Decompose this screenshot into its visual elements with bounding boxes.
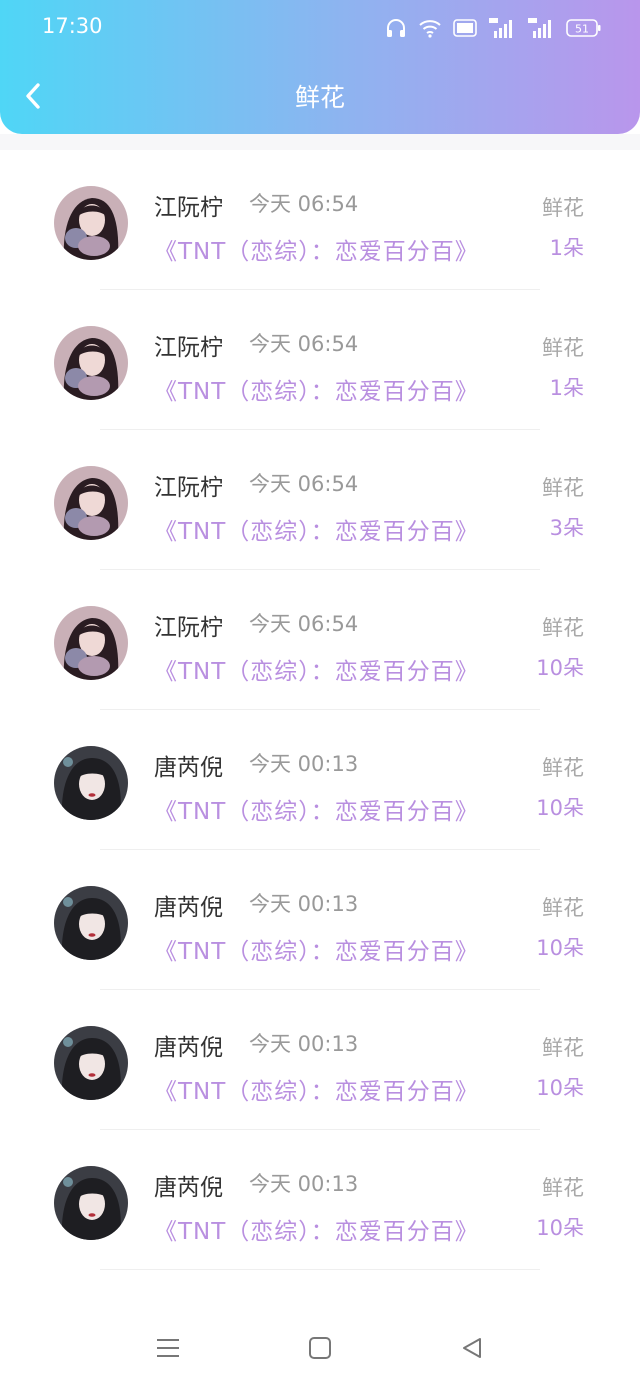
sender-name: 唐芮倪: [154, 895, 223, 921]
home-icon: [309, 1337, 331, 1359]
avatar-image: [54, 326, 128, 400]
battery-level: 51: [575, 23, 589, 36]
sent-time: 今天 00:13: [249, 1032, 359, 1056]
home-button[interactable]: [300, 1330, 340, 1366]
sent-time: 今天 06:54: [249, 192, 359, 216]
avatar-image: [54, 466, 128, 540]
back-triangle-icon: [463, 1338, 481, 1358]
avatar[interactable]: [54, 1026, 128, 1100]
sent-time: 今天 00:13: [249, 892, 359, 916]
sent-time: 今天 06:54: [249, 332, 359, 356]
header-bar: 17:30 51 鲜花: [0, 0, 640, 134]
sender-name: 江阮柠: [154, 475, 223, 501]
avatar[interactable]: [54, 606, 128, 680]
list-item[interactable]: 江阮柠 今天 06:54 《TNT（恋综）：恋爱百分百》 鲜花 3朵: [0, 430, 640, 570]
gift-type: 鲜花: [542, 196, 584, 220]
sender-name: 江阮柠: [154, 615, 223, 641]
work-title: 《TNT（恋综）：恋爱百分百》: [154, 939, 479, 965]
gift-type: 鲜花: [542, 616, 584, 640]
gift-type: 鲜花: [542, 476, 584, 500]
menu-button[interactable]: [148, 1330, 188, 1366]
sender-name: 唐芮倪: [154, 1175, 223, 1201]
gift-count: 1朵: [549, 236, 584, 260]
divider: [100, 1269, 540, 1270]
status-bar: 17:30 51: [0, 0, 640, 56]
sender-name: 唐芮倪: [154, 1035, 223, 1061]
gift-count: 10朵: [536, 936, 584, 960]
sender-name: 江阮柠: [154, 335, 223, 361]
list-item[interactable]: 唐芮倪 今天 00:13 《TNT（恋综）：恋爱百分百》 鲜花 10朵: [0, 850, 640, 990]
work-title: 《TNT（恋综）：恋爱百分百》: [154, 379, 479, 405]
header-spacer: [0, 134, 640, 150]
nav-back-button[interactable]: [452, 1330, 492, 1366]
gift-type: 鲜花: [542, 896, 584, 920]
gift-type: 鲜花: [542, 336, 584, 360]
sent-time: 今天 00:13: [249, 1172, 359, 1196]
hd-icon: [453, 19, 477, 37]
gift-count: 1朵: [549, 376, 584, 400]
gift-count: 10朵: [536, 656, 584, 680]
signal-4g-icon: [489, 18, 512, 38]
list-item[interactable]: 江阮柠 今天 06:54 《TNT（恋综）：恋爱百分百》 鲜花 10朵: [0, 570, 640, 710]
system-nav-bar: [0, 1308, 640, 1387]
avatar-image: [54, 606, 128, 680]
gift-count: 10朵: [536, 1216, 584, 1240]
work-title: 《TNT（恋综）：恋爱百分百》: [154, 659, 479, 685]
page-title: 鲜花: [294, 83, 345, 112]
signal-4g-icon-2: [528, 18, 551, 38]
gift-count: 10朵: [536, 1076, 584, 1100]
avatar-image: [54, 186, 128, 260]
gift-type: 鲜花: [542, 1176, 584, 1200]
list-item[interactable]: 江阮柠 今天 06:54 《TNT（恋综）：恋爱百分百》 鲜花 1朵: [0, 290, 640, 430]
sender-name: 江阮柠: [154, 195, 223, 221]
list-item[interactable]: 江阮柠 今天 06:54 《TNT（恋综）：恋爱百分百》 鲜花 1朵: [0, 150, 640, 290]
sender-name: 唐芮倪: [154, 755, 223, 781]
work-title: 《TNT（恋综）：恋爱百分百》: [154, 519, 479, 545]
status-time: 17:30: [42, 14, 103, 38]
gift-count: 3朵: [549, 516, 584, 540]
avatar[interactable]: [54, 466, 128, 540]
sent-time: 今天 00:13: [249, 752, 359, 776]
gift-type: 鲜花: [542, 1036, 584, 1060]
gift-type: 鲜花: [542, 756, 584, 780]
avatar[interactable]: [54, 746, 128, 820]
work-title: 《TNT（恋综）：恋爱百分百》: [154, 1079, 479, 1105]
gift-count: 10朵: [536, 796, 584, 820]
work-title: 《TNT（恋综）：恋爱百分百》: [154, 1219, 479, 1245]
headphones-icon: [387, 19, 405, 37]
work-title: 《TNT（恋综）：恋爱百分百》: [154, 239, 479, 265]
avatar-image: [54, 1166, 128, 1240]
battery-icon: 51: [566, 19, 601, 37]
avatar-image: [54, 1026, 128, 1100]
avatar[interactable]: [54, 886, 128, 960]
list-item[interactable]: 唐芮倪 今天 00:13 《TNT（恋综）：恋爱百分百》 鲜花 10朵: [0, 710, 640, 850]
wifi-icon: [419, 20, 441, 38]
sent-time: 今天 06:54: [249, 472, 359, 496]
avatar-image: [54, 746, 128, 820]
sent-time: 今天 06:54: [249, 612, 359, 636]
avatar[interactable]: [54, 1166, 128, 1240]
avatar[interactable]: [54, 186, 128, 260]
gift-record-list[interactable]: 江阮柠 今天 06:54 《TNT（恋综）：恋爱百分百》 鲜花 1朵 江阮柠 今…: [0, 150, 640, 1308]
status-icons: 51: [385, 14, 602, 42]
list-item[interactable]: 唐芮倪 今天 00:13 《TNT（恋综）：恋爱百分百》 鲜花 10朵: [0, 990, 640, 1130]
list-item[interactable]: 唐芮倪 今天 00:13 《TNT（恋综）：恋爱百分百》 鲜花 10朵: [0, 1130, 640, 1270]
avatar-image: [54, 886, 128, 960]
avatar[interactable]: [54, 326, 128, 400]
menu-icon: [157, 1339, 179, 1357]
work-title: 《TNT（恋综）：恋爱百分百》: [154, 799, 479, 825]
